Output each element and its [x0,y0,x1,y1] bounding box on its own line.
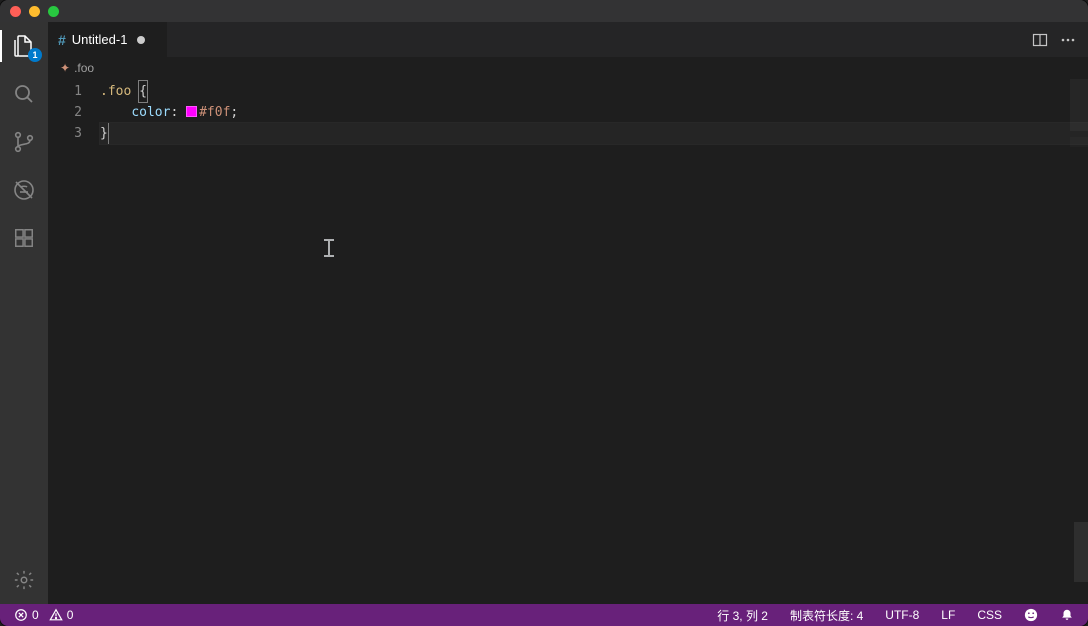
window-minimize-button[interactable] [29,6,40,17]
breadcrumb[interactable]: ✦ .foo [48,57,1088,79]
minimap-overview[interactable] [1070,137,1088,147]
extensions-icon[interactable] [12,226,36,250]
code-line[interactable]: .foo { [100,81,1088,102]
status-eol[interactable]: LF [937,608,959,622]
line-gutter: 1 2 3 [48,79,100,604]
breadcrumb-text: .foo [74,61,94,75]
code-editor[interactable]: 1 2 3 .foo { color: #f0f;} [48,79,1088,604]
window-maximize-button[interactable] [48,6,59,17]
explorer-icon[interactable]: 1 [12,34,36,58]
status-bar: 0 0 行 3, 列 2 制表符长度: 4 UTF-8 LF CSS [0,604,1088,626]
scrollbar-thumb[interactable] [1074,522,1088,582]
code-line[interactable]: color: #f0f; [100,102,1088,123]
code-area[interactable]: .foo { color: #f0f;} [100,79,1088,604]
explorer-badge: 1 [28,48,42,62]
minimap[interactable] [1070,79,1088,131]
feedback-smiley-icon[interactable] [1020,608,1042,622]
source-control-icon[interactable] [12,130,36,154]
debug-icon[interactable] [12,178,36,202]
status-cursor-position[interactable]: 行 3, 列 2 [713,607,772,624]
settings-gear-icon[interactable] [12,568,36,592]
activity-bar: 1 [0,22,48,604]
search-icon[interactable] [12,82,36,106]
window-close-button[interactable] [10,6,21,17]
text-cursor-icon [328,239,330,257]
status-tab-size[interactable]: 制表符长度: 4 [786,607,867,624]
status-problems[interactable]: 0 0 [10,604,77,626]
color-swatch [186,106,197,117]
dirty-indicator-icon [137,36,145,44]
status-encoding[interactable]: UTF-8 [881,608,923,622]
split-editor-icon[interactable] [1032,32,1048,48]
notifications-bell-icon[interactable] [1056,608,1078,622]
tab-bar: # Untitled-1 [48,22,1088,57]
editor-tab[interactable]: # Untitled-1 [48,22,168,57]
tab-title: Untitled-1 [72,32,128,47]
more-actions-icon[interactable] [1060,32,1076,48]
title-bar [0,0,1088,22]
css-file-icon: # [58,32,66,48]
breadcrumb-symbol-icon: ✦ [60,61,70,75]
code-line[interactable]: } [100,123,1088,144]
status-language[interactable]: CSS [973,608,1006,622]
